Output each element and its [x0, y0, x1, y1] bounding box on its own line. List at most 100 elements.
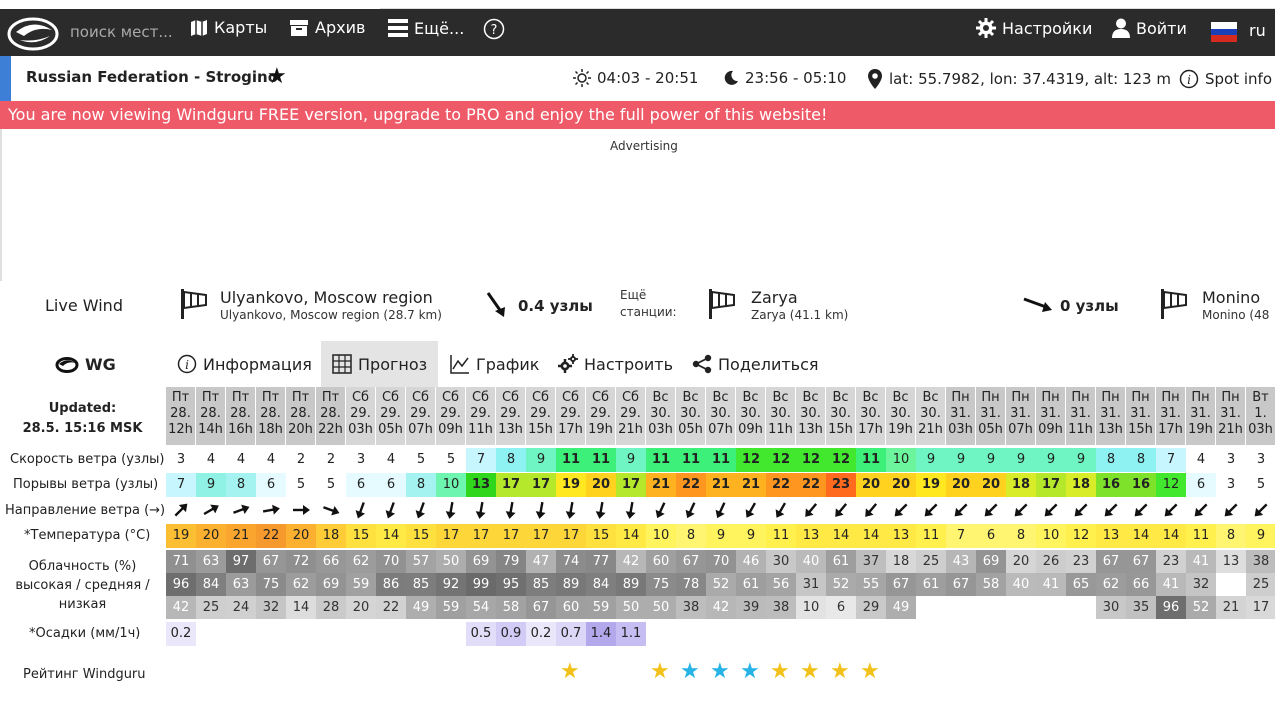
tab-forecast[interactable]: Прогноз — [321, 341, 438, 387]
tab-wg-label: WG — [85, 354, 116, 374]
forecast-column-header[interactable]: Вс 30. 09h — [736, 387, 765, 445]
wind-gust-cell: 22 — [766, 473, 796, 497]
favorite-star-icon[interactable]: ★ — [267, 64, 287, 89]
precipitation-cell — [856, 622, 886, 646]
cloud-cover-cell: 40 — [796, 550, 826, 573]
forecast-column-header[interactable]: Пт 28. 14h — [196, 387, 225, 445]
rating-star-icon: ★ — [710, 659, 730, 684]
forecast-column-header[interactable]: Пт 28. 16h — [226, 387, 255, 445]
temperature-cell: 14 — [616, 524, 646, 548]
tab-graph[interactable]: График — [450, 341, 539, 387]
live-station-3[interactable]: Monino Monino (48 — [1158, 287, 1275, 328]
forecast-column-header[interactable]: Пт 28. 22h — [316, 387, 345, 445]
forecast-column-header[interactable]: Пт 28. 18h — [256, 387, 285, 445]
more-menu[interactable]: Ещё... — [388, 18, 464, 38]
header-day: Сб — [501, 390, 520, 405]
header-hour: 18h — [258, 422, 283, 437]
cloud-cover-cell: 95 — [496, 573, 526, 596]
forecast-column-header[interactable]: Пт 28. 12h — [166, 387, 195, 445]
forecast-column-header[interactable]: Сб 29. 11h — [466, 387, 495, 445]
tab-configure[interactable]: Настроить — [558, 341, 673, 387]
cloud-cover-cell: 74 — [556, 550, 586, 573]
temperature-cell: 22 — [256, 524, 286, 548]
live-station-2[interactable]: Zarya Zarya (41.1 km) 0 узлы — [706, 287, 1126, 328]
header-day: Вс — [682, 390, 699, 405]
settings-label: Настройки — [1002, 18, 1093, 38]
wind-speed-cell: 12 — [766, 448, 796, 472]
cloud-cover-cell: 35 — [1126, 596, 1156, 619]
forecast-column-header[interactable]: Вс 30. 03h — [646, 387, 675, 445]
tab-share[interactable]: Поделиться — [692, 341, 819, 387]
login-menu[interactable]: Войти — [1112, 18, 1187, 38]
forecast-column-header[interactable]: Вс 30. 21h — [916, 387, 945, 445]
forecast-column-header[interactable]: Пн 31. 11h — [1066, 387, 1095, 445]
search-input[interactable]: поиск мест... — [70, 23, 173, 41]
header-hour: 11h — [768, 422, 793, 437]
temperature-cell: 15 — [406, 524, 436, 548]
precipitation-cell — [1186, 622, 1216, 646]
forecast-column-header[interactable]: Сб 29. 13h — [496, 387, 525, 445]
forecast-column-header[interactable]: Сб 29. 15h — [526, 387, 555, 445]
wind-gust-cell: 20 — [946, 473, 976, 497]
wind-speed-cell: 9 — [946, 448, 976, 472]
forecast-column-header[interactable]: Сб 29. 07h — [406, 387, 435, 445]
forecast-column-header[interactable]: Вс 30. 17h — [856, 387, 885, 445]
maps-menu[interactable]: Карты — [190, 18, 267, 37]
direction-arrow-icon — [1014, 503, 1028, 517]
wind-speed-cell: 11 — [706, 448, 736, 472]
forecast-column-header[interactable]: Пн 31. 15h — [1126, 387, 1155, 445]
header-day: Вс — [652, 390, 669, 405]
temperature-cell: 8 — [676, 524, 706, 548]
forecast-column-header[interactable]: Вс 30. 19h — [886, 387, 915, 445]
precipitation-cell — [706, 622, 736, 646]
forecast-column-header[interactable]: Пн 31. 19h — [1186, 387, 1215, 445]
forecast-column-header[interactable]: Пн 31. 05h — [976, 387, 1005, 445]
forecast-column-header[interactable]: Сб 29. 17h — [556, 387, 585, 445]
cloud-cover-cell: 13 — [1216, 550, 1246, 573]
forecast-column-header[interactable]: Сб 29. 09h — [436, 387, 465, 445]
spot-info-link[interactable]: i Spot info — [1179, 69, 1272, 89]
wind-direction-cell — [1216, 498, 1246, 522]
tab-wg[interactable]: WG — [55, 341, 116, 387]
cloud-cover-cell — [916, 596, 946, 619]
forecast-column-header[interactable]: Вс 30. 05h — [676, 387, 705, 445]
forecast-column-header[interactable]: Вт 1. 03h — [1246, 387, 1275, 445]
wind-arrow-icon — [1023, 297, 1052, 312]
settings-menu[interactable]: Настройки — [976, 18, 1092, 38]
language-label[interactable]: ru — [1249, 21, 1266, 40]
forecast-column-header[interactable]: Пн 31. 03h — [946, 387, 975, 445]
live-station-1[interactable]: Ulyankovo, Moscow region Ulyankovo, Mosc… — [178, 287, 598, 328]
forecast-column-header[interactable]: Сб 29. 19h — [586, 387, 615, 445]
russia-flag-icon[interactable] — [1211, 22, 1237, 42]
forecast-column-header[interactable]: Пн 31. 07h — [1006, 387, 1035, 445]
forecast-column-header[interactable]: Вс 30. 15h — [826, 387, 855, 445]
header-hour: 07h — [1008, 422, 1033, 437]
forecast-column-header[interactable]: Пн 31. 21h — [1216, 387, 1245, 445]
forecast-column-header[interactable]: Вс 30. 07h — [706, 387, 735, 445]
forecast-column-header[interactable]: Вс 30. 13h — [796, 387, 825, 445]
wind-gust-cell: 20 — [856, 473, 886, 497]
archive-menu[interactable]: Архив — [289, 18, 365, 37]
info-icon: i — [1179, 69, 1199, 89]
forecast-column-header[interactable]: Пн 31. 17h — [1156, 387, 1185, 445]
forecast-column-header[interactable]: Пт 28. 20h — [286, 387, 315, 445]
cloud-cover-cell: 69 — [316, 573, 346, 596]
cloud-cover-cell: 17 — [1246, 596, 1275, 619]
forecast-column-header[interactable]: Сб 29. 21h — [616, 387, 645, 445]
forecast-column-header[interactable]: Вс 30. 11h — [766, 387, 795, 445]
tab-info[interactable]: i Информация — [177, 341, 312, 387]
cloud-cover-cell: 67 — [1096, 550, 1126, 573]
precipitation-cell — [436, 622, 466, 646]
windguru-logo-icon[interactable] — [6, 12, 60, 52]
wind-direction-cell — [886, 498, 916, 522]
help-button[interactable]: ? — [483, 18, 505, 40]
forecast-column-header[interactable]: Сб 29. 05h — [376, 387, 405, 445]
header-hour: 09h — [738, 422, 763, 437]
forecast-column-header[interactable]: Пн 31. 09h — [1036, 387, 1065, 445]
wind-speed-cell: 7 — [1156, 448, 1186, 472]
promo-banner[interactable]: You are now viewing Windguru FREE versio… — [0, 101, 1275, 129]
direction-arrow-icon — [805, 503, 818, 517]
forecast-column-header[interactable]: Пн 31. 13h — [1096, 387, 1125, 445]
rating-star-icon: ★ — [680, 659, 700, 684]
forecast-column-header[interactable]: Сб 29. 03h — [346, 387, 375, 445]
